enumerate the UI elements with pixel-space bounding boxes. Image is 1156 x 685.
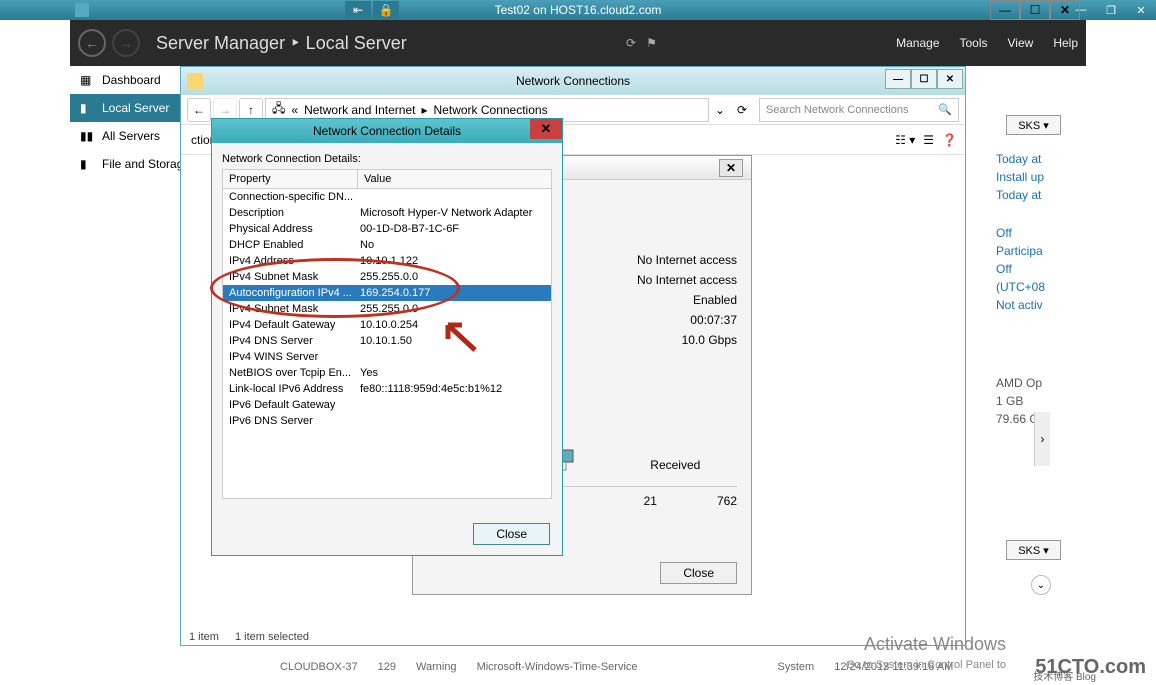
col-value[interactable]: Value xyxy=(358,170,551,188)
close-button[interactable]: Close xyxy=(660,562,737,584)
table-row[interactable]: IPv4 Subnet Mask255.255.0.0 xyxy=(223,269,551,285)
table-row[interactable]: IPv4 Address10.10.1.122 xyxy=(223,253,551,269)
collapse-chevron-icon[interactable]: ⌄ xyxy=(1031,575,1051,595)
table-row[interactable]: IPv4 Subnet Mask255.255.0.0 xyxy=(223,301,551,317)
activate-windows-sub: Go to System in Control Panel to xyxy=(846,659,1006,671)
table-label: Network Connection Details: xyxy=(222,153,552,165)
network-icon: 🖧 xyxy=(272,99,285,120)
storage-icon: ▮ xyxy=(80,157,94,171)
close-button[interactable]: Close xyxy=(473,523,550,545)
table-row[interactable]: IPv6 DNS Server xyxy=(223,413,551,429)
refresh-icon[interactable]: ⟳ xyxy=(731,103,753,117)
search-input[interactable]: Search Network Connections 🔍 xyxy=(759,98,959,122)
expand-chevron[interactable]: › xyxy=(1034,412,1050,466)
window-titlebar[interactable]: Network Connections — ☐ ✕ xyxy=(181,67,965,95)
status-bar: 1 item 1 item selected xyxy=(189,631,309,643)
table-row[interactable]: NetBIOS over Tcpip En...Yes xyxy=(223,365,551,381)
table-row[interactable]: Link-local IPv6 Addressfe80::1118:959d:4… xyxy=(223,381,551,397)
dropdown-chevron-icon[interactable]: ⌄ xyxy=(709,103,731,117)
flag-icon[interactable]: ⚑ xyxy=(646,36,657,50)
tasks-dropdown[interactable]: SKS ▾ xyxy=(1006,115,1061,135)
server-manager-header: ← → Server Manager ‣ Local Server ⟳ ⚑ Ma… xyxy=(70,20,1086,66)
close-button[interactable]: ✕ xyxy=(1050,0,1080,20)
details-table: Property Value Connection-specific DN...… xyxy=(222,169,552,499)
lock-icon[interactable]: 🔒 xyxy=(373,1,399,19)
close-button[interactable]: ✕ xyxy=(1126,0,1156,20)
table-row[interactable]: IPv6 Default Gateway xyxy=(223,397,551,413)
properties-panel: Today at Install up Today at Off Partici… xyxy=(996,150,1066,428)
details-icon[interactable]: ☰ xyxy=(923,133,934,147)
vm-titlebar: ⇤ 🔒 Test02 on HOST16.cloud2.com — ❐ ✕ xyxy=(0,0,1156,20)
pin-icon[interactable]: ⇤ xyxy=(345,1,371,19)
network-connection-details-dialog: Network Connection Details ✕ Network Con… xyxy=(211,118,563,556)
folder-icon xyxy=(187,73,203,89)
table-row[interactable]: DescriptionMicrosoft Hyper-V Network Ada… xyxy=(223,205,551,221)
menu-tools[interactable]: Tools xyxy=(960,36,988,50)
table-row[interactable]: Physical Address00-1D-D8-B7-1C-6F xyxy=(223,221,551,237)
window-title: Network Connections xyxy=(516,74,630,88)
refresh-icon[interactable]: ⟳ xyxy=(626,36,636,50)
dialog-titlebar[interactable]: Network Connection Details ✕ xyxy=(212,119,562,143)
table-row[interactable]: IPv4 WINS Server xyxy=(223,349,551,365)
close-button[interactable]: ✕ xyxy=(719,159,743,177)
watermark-sub: 技术博客 Blog xyxy=(1033,668,1096,683)
breadcrumb: Server Manager ‣ Local Server xyxy=(156,33,407,54)
vm-title: Test02 on HOST16.cloud2.com xyxy=(495,3,662,17)
table-row[interactable]: Autoconfiguration IPv4 ...169.254.0.177 xyxy=(223,285,551,301)
menu-bar: Manage Tools View Help xyxy=(896,36,1078,50)
table-row[interactable]: IPv4 DNS Server10.10.1.50 xyxy=(223,333,551,349)
col-property[interactable]: Property xyxy=(223,170,358,188)
menu-manage[interactable]: Manage xyxy=(896,36,939,50)
close-button[interactable]: ✕ xyxy=(937,69,963,89)
help-icon[interactable]: ❓ xyxy=(942,133,957,147)
dashboard-icon: ▦ xyxy=(80,73,94,87)
search-icon: 🔍 xyxy=(938,103,952,116)
servers-icon: ▮▮ xyxy=(80,129,94,143)
table-row[interactable]: DHCP EnabledNo xyxy=(223,237,551,253)
vm-icon xyxy=(75,3,89,17)
restore-button[interactable]: ❐ xyxy=(1096,0,1126,20)
server-icon: ▮ xyxy=(80,101,94,115)
minimize-button[interactable]: — xyxy=(990,0,1020,20)
menu-view[interactable]: View xyxy=(1008,36,1034,50)
minimize-button[interactable]: — xyxy=(885,69,911,89)
maximize-button[interactable]: ☐ xyxy=(1020,0,1050,20)
outer-window-controls: — ☐ ✕ xyxy=(990,0,1080,20)
vm-toolbar-icons: ⇤ 🔒 xyxy=(345,1,399,19)
activate-windows: Activate Windows xyxy=(864,634,1006,655)
tasks-dropdown[interactable]: SKS ▾ xyxy=(1006,540,1061,560)
back-button[interactable]: ← xyxy=(187,98,211,122)
back-button[interactable]: ← xyxy=(78,29,106,57)
table-row[interactable]: IPv4 Default Gateway10.10.0.254 xyxy=(223,317,551,333)
view-icon[interactable]: ☷ ▾ xyxy=(895,133,915,147)
forward-button[interactable]: → xyxy=(112,29,140,57)
maximize-button[interactable]: ☐ xyxy=(911,69,937,89)
close-button[interactable]: ✕ xyxy=(530,119,562,139)
table-row[interactable]: Connection-specific DN... xyxy=(223,189,551,205)
menu-help[interactable]: Help xyxy=(1053,36,1078,50)
